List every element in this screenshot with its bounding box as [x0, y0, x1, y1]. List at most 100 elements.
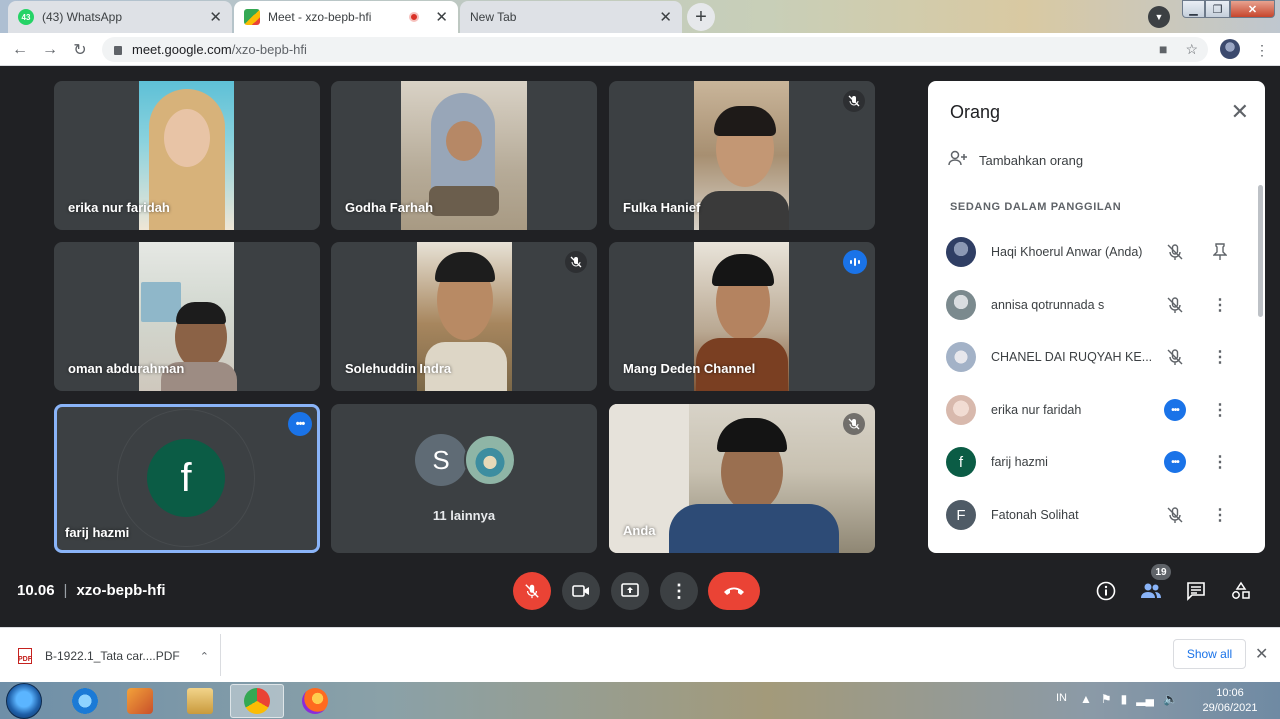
present-screen-button[interactable] — [611, 572, 649, 610]
participant-name: Mang Deden Channel — [623, 361, 756, 376]
more-vert-icon[interactable]: ⋮ — [1210, 292, 1230, 318]
face — [669, 504, 839, 553]
tab-whatsapp[interactable]: 43 (43) WhatsApp ✕ — [8, 1, 232, 33]
mic-off-icon — [1162, 239, 1188, 265]
avatar: F — [946, 500, 976, 530]
maximize-button[interactable]: ❐ — [1205, 0, 1230, 18]
new-tab-button[interactable]: + — [687, 3, 715, 31]
more-vert-icon[interactable]: ⋮ — [1210, 344, 1230, 370]
add-people-button[interactable]: Tambahkan orang — [948, 150, 1083, 171]
self-tile[interactable]: Anda — [609, 404, 875, 553]
minimize-button[interactable]: ▁ — [1182, 0, 1205, 18]
face — [141, 282, 181, 322]
camera-toggle-button[interactable] — [562, 572, 600, 610]
face — [717, 418, 787, 452]
lock-icon — [114, 46, 122, 55]
reload-icon[interactable]: ↻ — [70, 40, 90, 60]
participant-tile[interactable]: oman abdurahman — [54, 242, 320, 391]
more-options-icon[interactable]: ••• — [1164, 399, 1186, 421]
battery-icon[interactable]: ▮ — [1121, 692, 1128, 706]
others-tile[interactable]: S 11 lainnya — [331, 404, 597, 553]
close-tab-icon[interactable]: ✕ — [209, 8, 222, 26]
omnibox-icons: ■ ☆ — [1159, 41, 1198, 58]
more-options-icon[interactable]: ••• — [1164, 451, 1186, 473]
pin-icon[interactable] — [1210, 239, 1230, 265]
network-signal-icon[interactable]: ▂▄ — [1136, 692, 1154, 706]
participant-name: oman abdurahman — [68, 361, 185, 376]
start-button[interactable] — [6, 683, 42, 719]
tab-new[interactable]: New Tab ✕ — [460, 1, 682, 33]
people-icon[interactable] — [1138, 578, 1164, 604]
person-row[interactable]: F Fatonah Solihat ⋮ — [946, 495, 1251, 535]
download-item[interactable]: PDF B-1922.1_Tata car....PDF ⌃ — [18, 648, 209, 664]
activities-icon[interactable] — [1228, 578, 1254, 604]
panel-scrollbar[interactable] — [1258, 185, 1263, 317]
more-options-button[interactable]: ⋮ — [660, 572, 698, 610]
firefox-icon[interactable] — [288, 684, 342, 718]
show-all-button[interactable]: Show all — [1173, 639, 1246, 669]
meeting-details-icon[interactable] — [1093, 578, 1119, 604]
internet-explorer-icon[interactable] — [58, 684, 112, 718]
profile-avatar[interactable] — [1220, 39, 1240, 59]
others-count: 11 lainnya — [432, 508, 496, 523]
more-options-icon[interactable]: ••• — [288, 412, 312, 436]
action-center-flag-icon[interactable]: ⚑ — [1101, 692, 1112, 706]
person-row[interactable]: annisa qotrunnada s ⋮ — [946, 285, 1251, 325]
chrome-taskbar-icon[interactable] — [230, 684, 284, 718]
tab-meet[interactable]: Meet - xzo-bepb-hfi ✕ — [234, 1, 458, 33]
close-tab-icon[interactable]: ✕ — [435, 8, 448, 26]
close-icon[interactable]: ✕ — [1255, 644, 1268, 664]
mic-off-icon — [1162, 502, 1188, 528]
chevron-up-icon[interactable]: ⌃ — [200, 650, 209, 663]
add-person-icon — [948, 150, 968, 171]
leave-call-button[interactable] — [708, 572, 760, 610]
person-row[interactable]: f farij hazmi ••• ⋮ — [946, 442, 1251, 482]
participant-tile[interactable]: erika nur faridah — [54, 81, 320, 230]
url-input[interactable]: meet.google.com/xzo-bepb-hfi ■ ☆ — [102, 37, 1208, 62]
meeting-info: 10.06 | xzo-bepb-hfi — [17, 582, 166, 599]
others-group: S 11 lainnya — [331, 404, 597, 553]
close-icon[interactable]: ✕ — [1231, 99, 1249, 125]
show-hidden-icons-icon[interactable]: ▲ — [1080, 692, 1092, 706]
media-player-icon[interactable] — [113, 684, 167, 718]
taskbar-clock[interactable]: 10:06 29/06/2021 — [1200, 686, 1260, 716]
tab-search-icon[interactable]: ▼ — [1148, 6, 1170, 28]
person-name: Fatonah Solihat — [991, 508, 1079, 522]
close-tab-icon[interactable]: ✕ — [659, 8, 672, 26]
bookmark-star-icon[interactable]: ☆ — [1185, 41, 1198, 58]
participant-tile[interactable]: Mang Deden Channel — [609, 242, 875, 391]
person-row[interactable]: CHANEL DAI RUQYAH KE... ⋮ — [946, 337, 1251, 377]
participant-tile-pinned[interactable]: f ••• farij hazmi — [54, 404, 320, 553]
participant-tile[interactable]: Fulka Hanief — [609, 81, 875, 230]
person-row[interactable]: erika nur faridah ••• ⋮ — [946, 390, 1251, 430]
people-count-badge: 19 — [1151, 564, 1171, 580]
participant-tile[interactable]: Solehuddin Indra — [331, 242, 597, 391]
system-tray: ▲ ⚑ ▮ ▂▄ 🔈 — [1080, 692, 1178, 706]
file-explorer-icon[interactable] — [173, 684, 227, 718]
more-vert-icon[interactable]: ⋮ — [1210, 449, 1230, 475]
person-name: CHANEL DAI RUQYAH KE... — [991, 350, 1153, 364]
chat-icon[interactable] — [1183, 578, 1209, 604]
more-vert-icon[interactable]: ⋮ — [1210, 502, 1230, 528]
url-host: meet.google.com — [132, 42, 232, 57]
participant-tile[interactable]: Godha Farhah — [331, 81, 597, 230]
panel-title: Orang — [950, 102, 1001, 122]
whatsapp-icon: 43 — [18, 9, 34, 25]
forward-icon[interactable]: → — [40, 40, 60, 60]
face — [435, 252, 495, 282]
mic-off-icon — [843, 413, 865, 435]
tab-title: Meet - xzo-bepb-hfi — [268, 10, 372, 24]
face — [699, 191, 789, 230]
back-icon[interactable]: ← — [10, 40, 30, 60]
avatar — [464, 434, 516, 486]
mic-off-icon — [565, 251, 587, 273]
browser-menu-icon[interactable]: ⋮ — [1255, 42, 1269, 59]
close-window-button[interactable]: ✕ — [1230, 0, 1275, 18]
avatar — [946, 237, 976, 267]
camera-icon[interactable]: ■ — [1159, 41, 1167, 58]
more-vert-icon[interactable]: ⋮ — [1210, 397, 1230, 423]
person-row[interactable]: Haqi Khoerul Anwar (Anda) — [946, 232, 1251, 272]
language-indicator[interactable]: IN — [1056, 692, 1067, 704]
volume-icon[interactable]: 🔈 — [1163, 692, 1178, 706]
mic-toggle-button[interactable] — [513, 572, 551, 610]
